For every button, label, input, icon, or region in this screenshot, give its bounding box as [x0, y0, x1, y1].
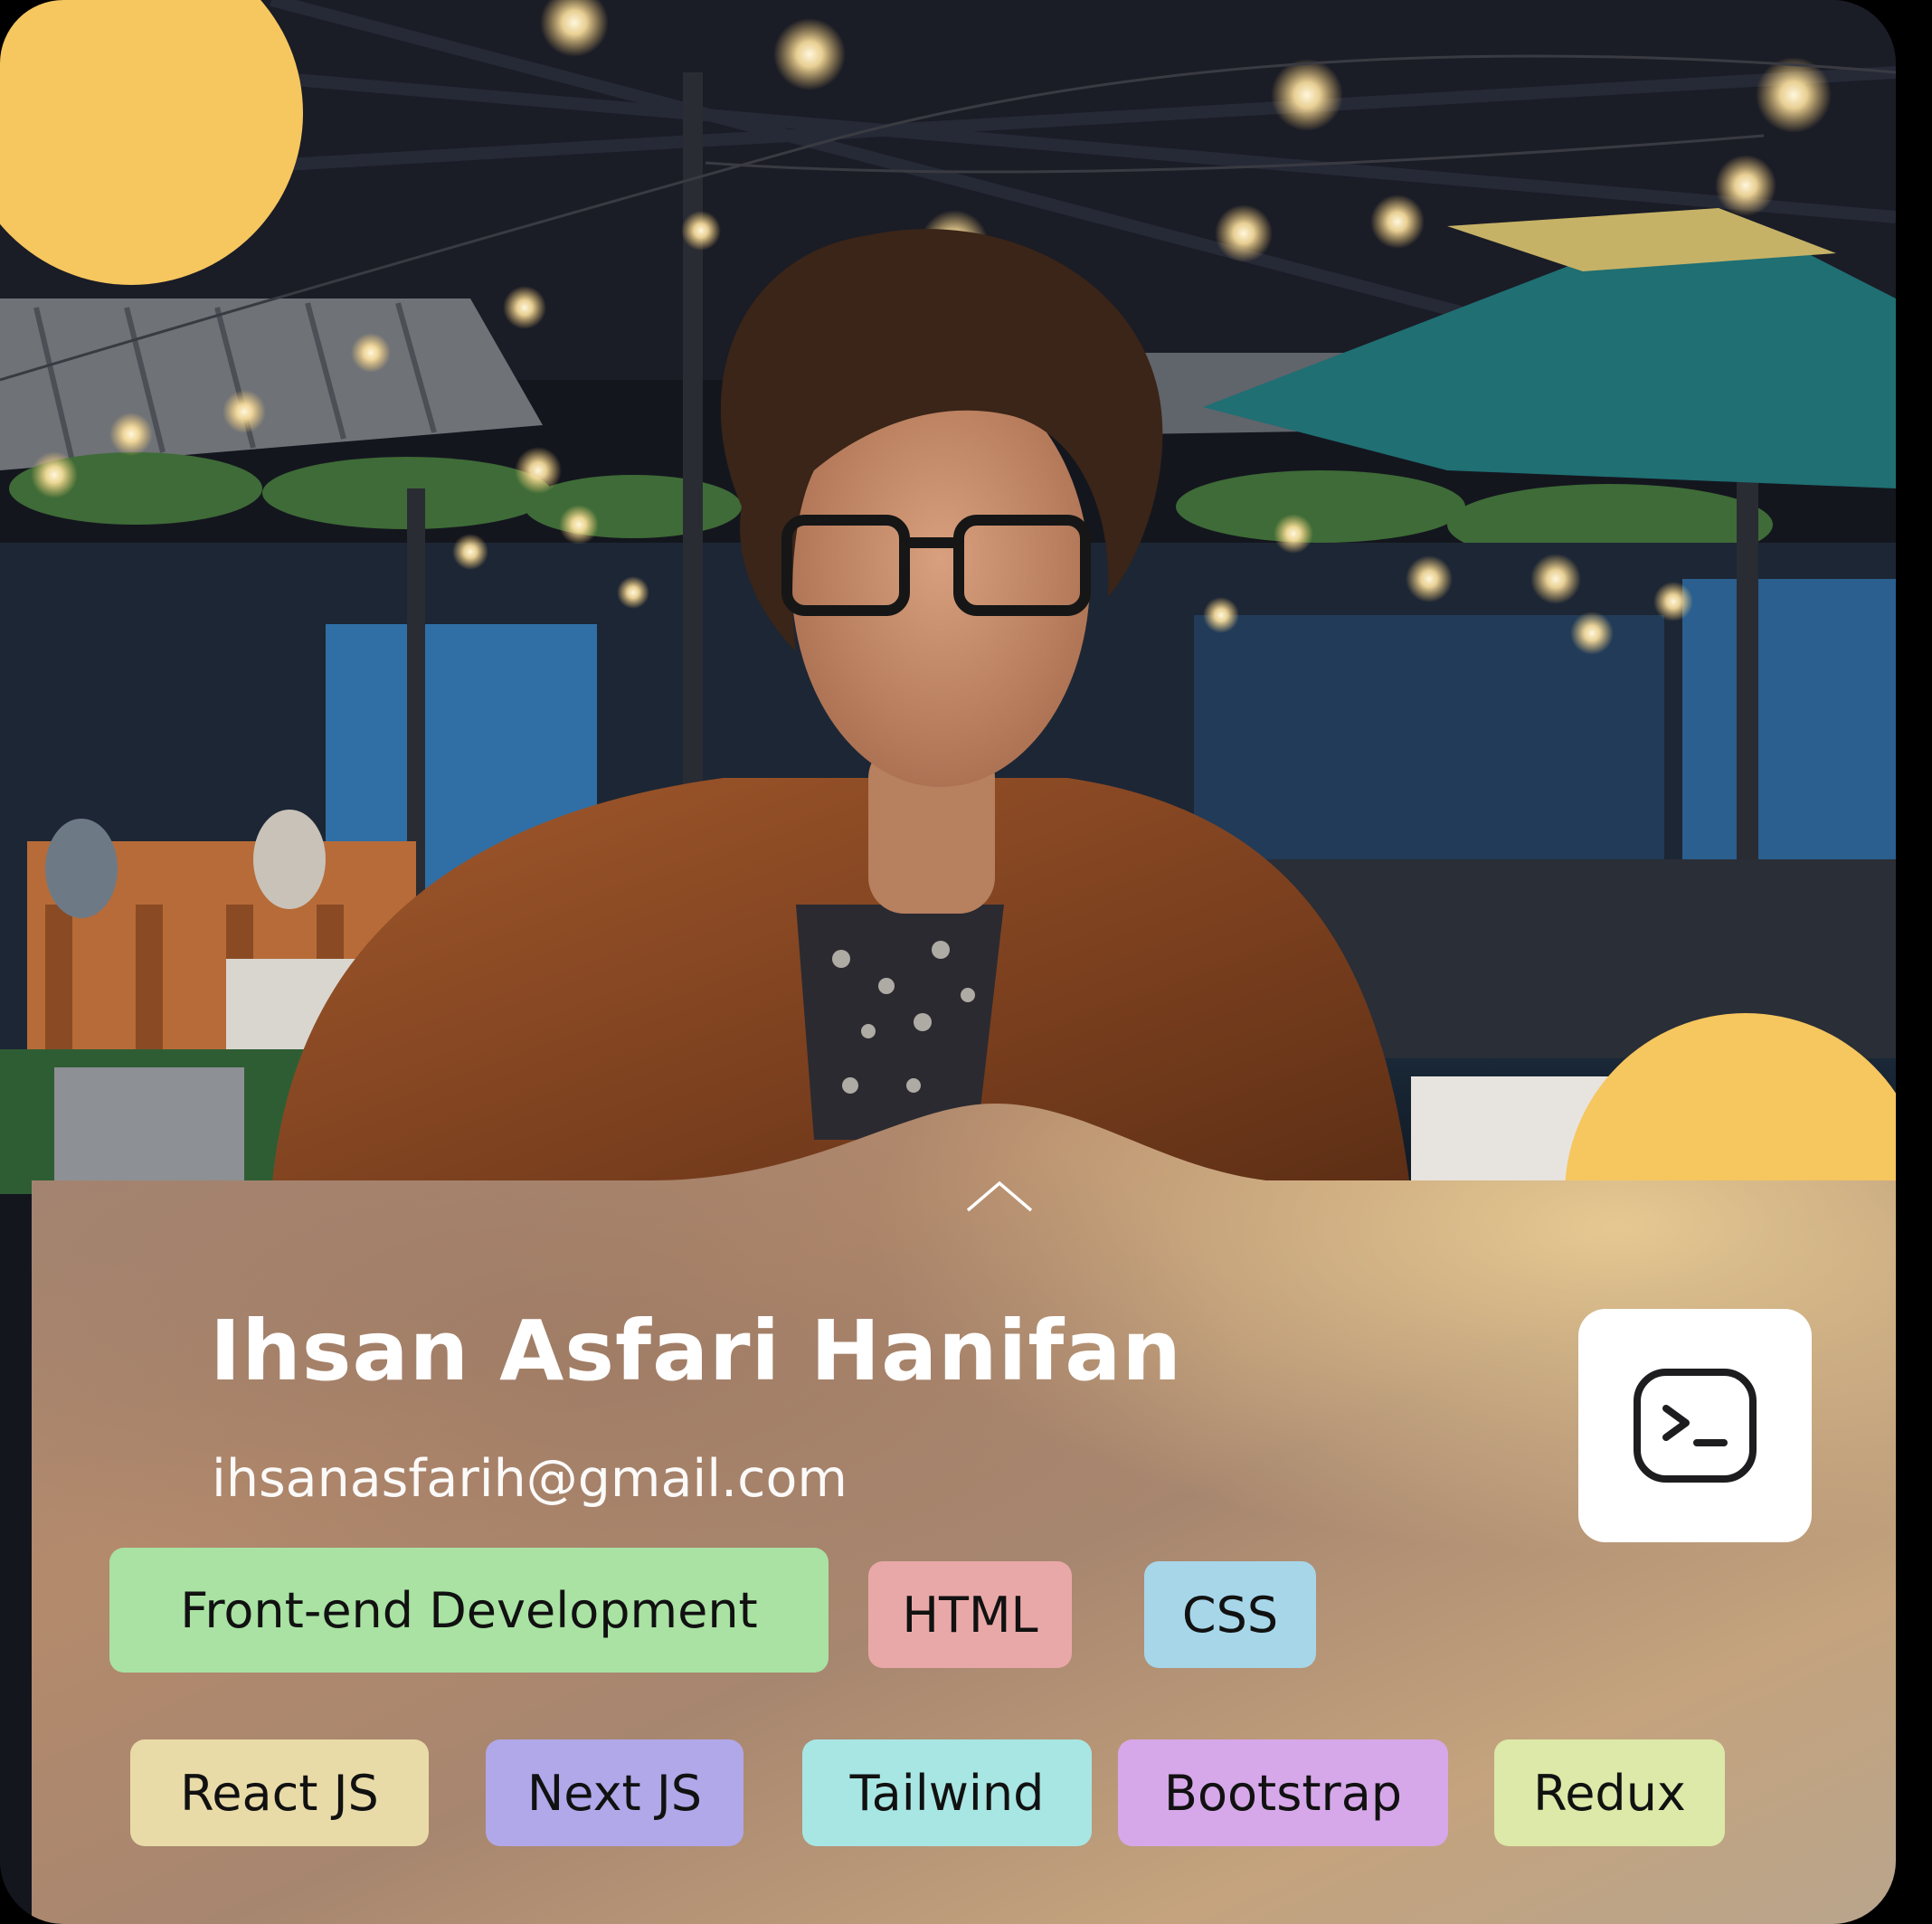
tag-front-end-development: Front-end Development	[109, 1548, 829, 1673]
tag-tailwind: Tailwind	[802, 1739, 1092, 1846]
terminal-icon	[1634, 1369, 1757, 1483]
tag-label: React JS	[180, 1764, 379, 1822]
tag-css: CSS	[1144, 1561, 1316, 1668]
profile-card: Ihsan Asfari Hanifan ihsanasfarih@gmail.…	[0, 0, 1896, 1924]
tag-label: CSS	[1181, 1586, 1279, 1644]
tag-next-js: Next JS	[486, 1739, 743, 1846]
terminal-button[interactable]	[1578, 1309, 1812, 1542]
tag-label: Tailwind	[849, 1764, 1045, 1822]
profile-email[interactable]: ihsanasfarih@gmail.com	[212, 1449, 848, 1509]
tag-label: Next JS	[526, 1764, 703, 1822]
tag-react-js: React JS	[130, 1739, 429, 1846]
tag-label: HTML	[902, 1586, 1038, 1644]
chevron-up-icon[interactable]	[963, 1176, 1036, 1216]
tag-label: Front-end Development	[180, 1581, 758, 1639]
tag-bootstrap: Bootstrap	[1118, 1739, 1448, 1846]
tag-html: HTML	[868, 1561, 1072, 1668]
profile-name: Ihsan Asfari Hanifan	[210, 1303, 1182, 1399]
tag-redux: Redux	[1494, 1739, 1725, 1846]
tag-label: Bootstrap	[1163, 1764, 1403, 1822]
tag-label: Redux	[1533, 1764, 1686, 1822]
